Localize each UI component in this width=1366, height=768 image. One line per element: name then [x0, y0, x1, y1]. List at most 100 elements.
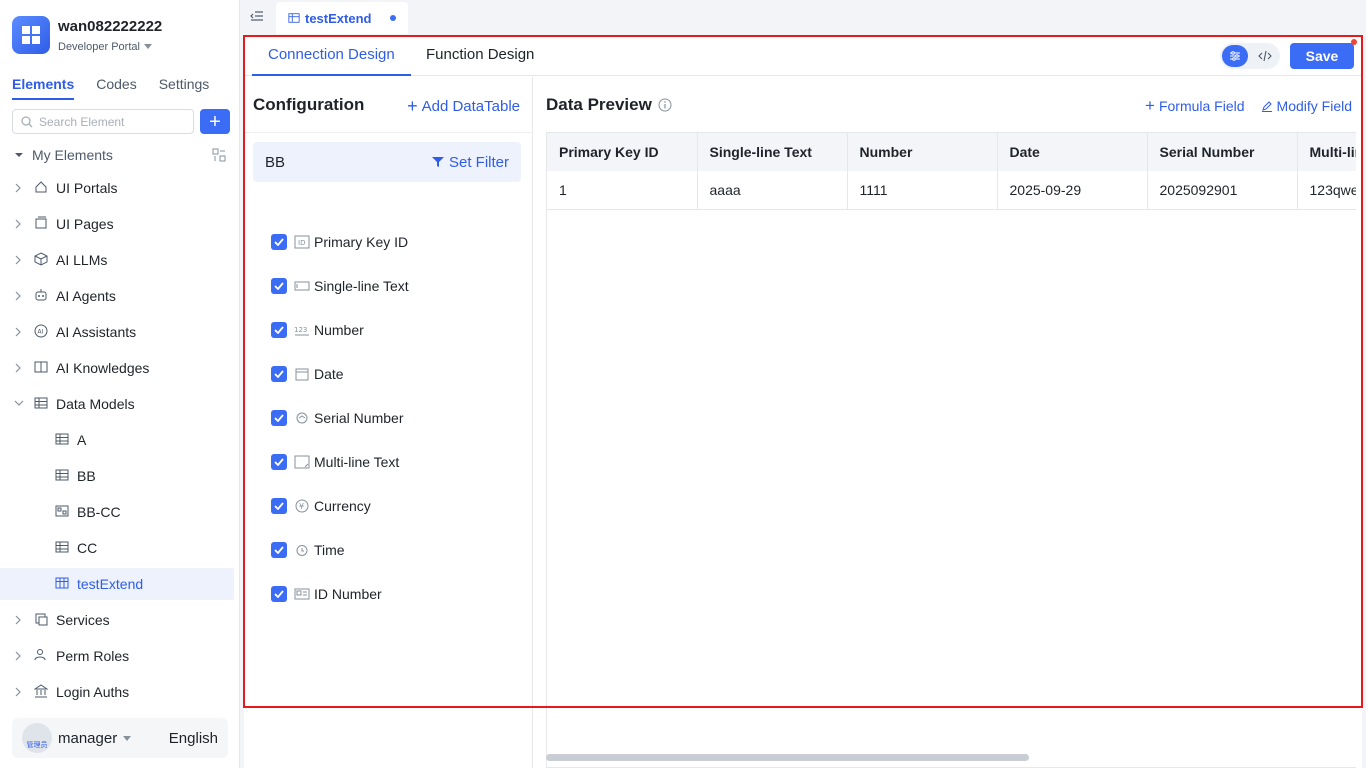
user-name[interactable]: manager [58, 730, 117, 747]
checkbox[interactable] [271, 586, 287, 602]
collapse-sidebar-icon[interactable] [250, 10, 264, 22]
portal-label: Developer Portal [58, 40, 140, 53]
textarea-icon [294, 455, 310, 469]
edit-icon [1261, 100, 1272, 112]
sidebar-item-model-bb-cc[interactable]: BB-CC [0, 496, 234, 528]
sidebar-item-ui-pages[interactable]: UI Pages [0, 208, 234, 240]
configuration-panel: Configuration + Add DataTable BB Set Fil… [244, 77, 533, 768]
checkbox[interactable] [271, 498, 287, 514]
tab-settings[interactable]: Settings [159, 76, 210, 100]
search-input[interactable] [39, 114, 179, 129]
extend-table-icon [55, 577, 69, 589]
code-icon [1258, 50, 1272, 62]
field-row[interactable]: ID Primary Key ID [271, 230, 408, 254]
portal-selector[interactable]: Developer Portal [58, 41, 162, 53]
table-icon [288, 13, 300, 23]
datatable-name: BB [265, 153, 286, 171]
tab-function-design[interactable]: Function Design [426, 46, 534, 63]
sidebar-item-ai-knowledges[interactable]: AI Knowledges [0, 352, 234, 384]
user-bar: 管理员 manager English [12, 718, 228, 758]
checkbox[interactable] [271, 454, 287, 470]
sidebar-item-data-models[interactable]: Data Models [0, 388, 234, 420]
sidebar-item-model-testextend[interactable]: testExtend [0, 568, 234, 600]
cube-icon [34, 252, 48, 266]
avatar[interactable]: 管理员 [22, 723, 52, 753]
caret-down-icon [143, 44, 152, 49]
checkbox[interactable] [271, 278, 287, 294]
tab-connection-design[interactable]: Connection Design [268, 46, 395, 63]
field-row[interactable]: Time [271, 538, 345, 562]
set-filter-button[interactable]: Set Filter [431, 154, 509, 171]
sidebar-item-label: Services [56, 612, 110, 628]
modify-field-button[interactable]: Modify Field [1261, 97, 1352, 114]
sidebar-item-ai-llms[interactable]: AI LLMs [0, 244, 234, 276]
main-tabs: Connection Design Function Design Save [244, 36, 1362, 76]
field-row[interactable]: Single-line Text [271, 274, 409, 298]
search-box [12, 109, 194, 134]
save-button[interactable]: Save [1290, 43, 1354, 69]
my-elements-header[interactable]: My Elements [14, 147, 226, 163]
column-header[interactable]: Serial Number [1147, 133, 1298, 171]
chevron-right-icon [15, 291, 21, 301]
language-selector[interactable]: English [169, 730, 218, 747]
unsaved-indicator [390, 15, 397, 21]
sidebar-item-ai-assistants[interactable]: AI AI Assistants [0, 316, 234, 348]
checkbox[interactable] [271, 542, 287, 558]
field-row[interactable]: Date [271, 362, 344, 386]
svg-text:123: 123 [294, 326, 307, 334]
book-icon [34, 361, 48, 373]
check-icon [274, 458, 284, 466]
add-element-button[interactable]: + [200, 109, 230, 134]
add-datatable-label: Add DataTable [421, 97, 520, 115]
field-label: Currency [314, 498, 371, 514]
joined-table-icon [55, 505, 69, 517]
column-header[interactable]: Primary Key ID [547, 133, 698, 171]
id-card-icon [294, 588, 310, 600]
sidebar-item-label: UI Portals [56, 180, 118, 196]
check-icon [274, 238, 284, 246]
app-header[interactable]: wan082222222 Developer Portal [12, 16, 162, 54]
field-row[interactable]: 123 Number [271, 318, 364, 342]
sidebar-item-model-cc[interactable]: CC [0, 532, 234, 564]
field-row[interactable]: Multi-line Text [271, 450, 399, 474]
field-label: Time [314, 542, 345, 558]
view-toggle [1220, 43, 1280, 69]
sidebar-item-model-bb[interactable]: BB [0, 460, 234, 492]
settings-view-button[interactable] [1222, 45, 1248, 67]
code-view-button[interactable] [1252, 45, 1278, 67]
formula-field-button[interactable]: + Formula Field [1145, 97, 1245, 114]
field-row[interactable]: ¥ Currency [271, 494, 371, 518]
tab-elements[interactable]: Elements [12, 76, 75, 100]
sidebar-item-ai-agents[interactable]: AI Agents [0, 280, 234, 312]
column-header[interactable]: Single-line Text [697, 133, 848, 171]
sidebar-item-services[interactable]: Services [0, 604, 234, 636]
checkbox[interactable] [271, 322, 287, 338]
layout-icon[interactable] [212, 148, 226, 162]
table-row[interactable]: 1 aaaa 1111 2025-09-29 2025092901 123qwe [547, 171, 1356, 210]
sidebar-item-model-a[interactable]: A [0, 424, 234, 456]
caret-down-icon[interactable] [123, 735, 132, 741]
field-row[interactable]: Serial Number [271, 406, 403, 430]
column-header[interactable]: Number [847, 133, 998, 171]
column-header[interactable]: Date [997, 133, 1148, 171]
checkbox[interactable] [271, 366, 287, 382]
open-document-tab[interactable]: testExtend [276, 2, 408, 34]
sidebar-item-login-auths[interactable]: Login Auths [0, 676, 234, 708]
column-header[interactable]: Multi-line Text [1297, 133, 1356, 171]
datatable-row[interactable]: BB Set Filter [253, 142, 521, 182]
checkbox[interactable] [271, 410, 287, 426]
info-icon[interactable] [658, 98, 672, 112]
add-datatable-button[interactable]: + Add DataTable [407, 97, 520, 115]
horizontal-scrollbar[interactable] [546, 754, 1029, 761]
sidebar-item-perm-roles[interactable]: Perm Roles [0, 640, 234, 672]
table-cell: 1111 [847, 171, 998, 210]
tab-codes[interactable]: Codes [96, 76, 136, 100]
field-row[interactable]: ID Number [271, 582, 382, 606]
sidebar-item-ui-portals[interactable]: UI Portals [0, 172, 234, 204]
ai-assistant-icon: AI [34, 324, 48, 338]
sidebar-item-label: AI Knowledges [56, 360, 150, 376]
table-cell: 1 [547, 171, 698, 210]
checkbox[interactable] [271, 234, 287, 250]
my-elements-label: My Elements [32, 147, 113, 163]
avatar-badge: 管理员 [26, 742, 48, 749]
